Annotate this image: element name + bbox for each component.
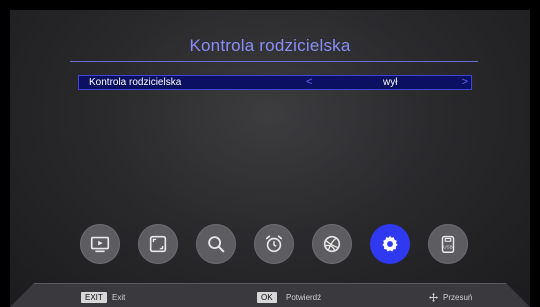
network-icon [323, 235, 341, 253]
ok-hint: Potwierdź [286, 293, 322, 302]
menu-tv-button[interactable] [80, 224, 120, 264]
settings-gear-icon [382, 235, 398, 252]
menu-picture-button[interactable] [138, 224, 178, 264]
menu-timer-button[interactable] [254, 224, 294, 264]
picture-icon [149, 235, 167, 253]
menu-network-button[interactable] [312, 224, 352, 264]
setting-value: wył [383, 77, 398, 88]
move-arrows-icon [428, 292, 439, 303]
footer-bar: EXIT Exit OK Potwierdź Przesuń [10, 283, 530, 307]
menu-usb-button[interactable]: USB [428, 224, 468, 264]
exit-hint: Exit [112, 293, 126, 302]
arrow-right-icon[interactable]: > [462, 76, 468, 88]
exit-key[interactable]: EXIT [81, 292, 107, 303]
alarm-clock-icon [265, 235, 283, 253]
ok-key[interactable]: OK [257, 292, 277, 303]
menu-search-button[interactable] [196, 224, 236, 264]
tv-icon [90, 236, 110, 253]
page-title: Kontrola rodzicielska [189, 36, 351, 55]
menu-settings-button[interactable] [370, 224, 410, 264]
tv-screen: Kontrola rodzicielska Kontrola rodziciel… [10, 10, 530, 307]
svg-text:USB: USB [443, 245, 452, 250]
title-divider [70, 61, 478, 62]
setting-label: Kontrola rodzicielska [89, 77, 182, 88]
usb-icon: USB [441, 235, 455, 253]
parental-control-setting-row[interactable]: Kontrola rodzicielska < wył > [78, 75, 472, 90]
search-icon [208, 236, 225, 253]
arrow-left-icon[interactable]: < [306, 76, 312, 88]
move-hint: Przesuń [443, 293, 473, 302]
